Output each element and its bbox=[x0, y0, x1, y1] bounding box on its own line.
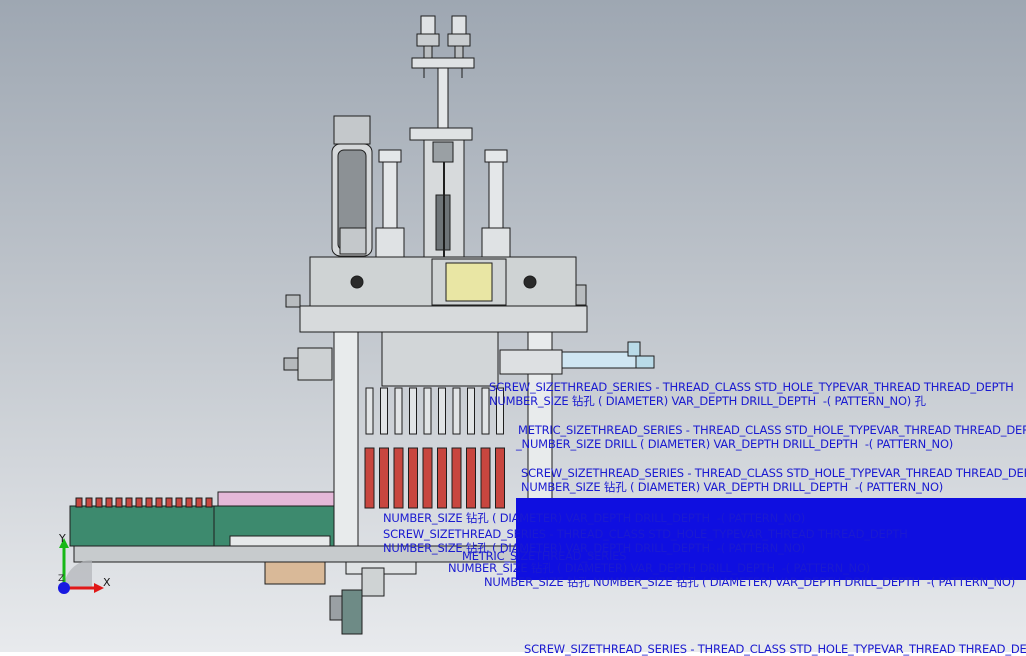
annotation-11: NUMBER_SIZE 钻孔 ( DIAMETER) VAR_DEPTH DRI… bbox=[448, 561, 871, 575]
annotation-6: NUMBER_SIZE 钻孔 ( DIAMETER) VAR_DEPTH DRI… bbox=[521, 480, 944, 494]
nozzle-rod bbox=[466, 447, 476, 509]
nozzle-body bbox=[423, 387, 432, 435]
nozzle-body bbox=[438, 387, 446, 435]
conveyor-pallet bbox=[135, 497, 143, 508]
annotation-3: METRIC_SIZETHREAD_SERIES - THREAD_CLASS … bbox=[518, 423, 1026, 437]
nozzle-body bbox=[409, 387, 417, 435]
conveyor-pallet bbox=[75, 497, 83, 508]
conveyor-pallet bbox=[195, 497, 203, 508]
nozzle-rod bbox=[422, 447, 433, 509]
nozzle-rod bbox=[451, 447, 462, 509]
conveyor-pallet bbox=[145, 497, 153, 508]
conveyor-pallet bbox=[85, 497, 93, 508]
nozzle-body bbox=[467, 387, 475, 435]
annotation-2: NUMBER_SIZE 钻孔 ( DIAMETER) VAR_DEPTH DRI… bbox=[489, 394, 926, 408]
nozzle-rod bbox=[408, 447, 418, 509]
triad-z-label: Z bbox=[58, 574, 65, 584]
conveyor-pallet bbox=[185, 497, 193, 508]
nozzle-rod bbox=[393, 447, 404, 509]
nozzle-rod bbox=[379, 447, 389, 509]
conveyor-pallet bbox=[155, 497, 163, 508]
annotation-5: SCREW_SIZETHREAD_SERIES - THREAD_CLASS S… bbox=[521, 466, 1026, 480]
conveyor-pallet bbox=[115, 497, 123, 508]
conveyor-pallet bbox=[125, 497, 133, 508]
nozzle-rod bbox=[437, 447, 447, 509]
annotation-4: _NUMBER_SIZE DRILL ( DIAMETER) VAR_DEPTH… bbox=[516, 437, 954, 451]
nozzle-body bbox=[452, 387, 461, 435]
nozzle-body bbox=[365, 387, 374, 435]
nozzle-body bbox=[394, 387, 403, 435]
annotation-8: SCREW_SIZETHREAD_SERIES - THREAD_CLASS S… bbox=[383, 527, 908, 541]
nozzle-array bbox=[364, 387, 505, 509]
nozzle-rod bbox=[495, 447, 505, 509]
annotation-1: SCREW_SIZETHREAD_SERIES - THREAD_CLASS S… bbox=[489, 380, 1014, 394]
triad-x-label: X bbox=[103, 576, 111, 589]
cad-viewport[interactable]: SCREW_SIZETHREAD_SERIES - THREAD_CLASS S… bbox=[0, 0, 1026, 656]
conveyor-pallet bbox=[95, 497, 103, 508]
annotation-7: NUMBER_SIZE 钻孔 ( DIAMETER) VAR_DEPTH DRI… bbox=[383, 511, 806, 525]
conveyor-pallet bbox=[175, 497, 183, 508]
conveyor-pallet bbox=[165, 497, 173, 508]
nozzle-body bbox=[481, 387, 490, 435]
conveyor-pallet bbox=[205, 497, 213, 508]
nozzle-body bbox=[380, 387, 388, 435]
annotation-12: NUMBER_SIZE 钻孔 NUMBER_SIZE 钻孔 ( DIAMETER… bbox=[484, 575, 1016, 589]
nozzle-rod bbox=[480, 447, 491, 509]
nozzle-rod bbox=[364, 447, 375, 509]
triad-y-label: Y bbox=[59, 532, 66, 545]
annotation-13: SCREW_SIZETHREAD_SERIES - THREAD_CLASS S… bbox=[524, 642, 1026, 656]
conveyor-pallet bbox=[105, 497, 113, 508]
